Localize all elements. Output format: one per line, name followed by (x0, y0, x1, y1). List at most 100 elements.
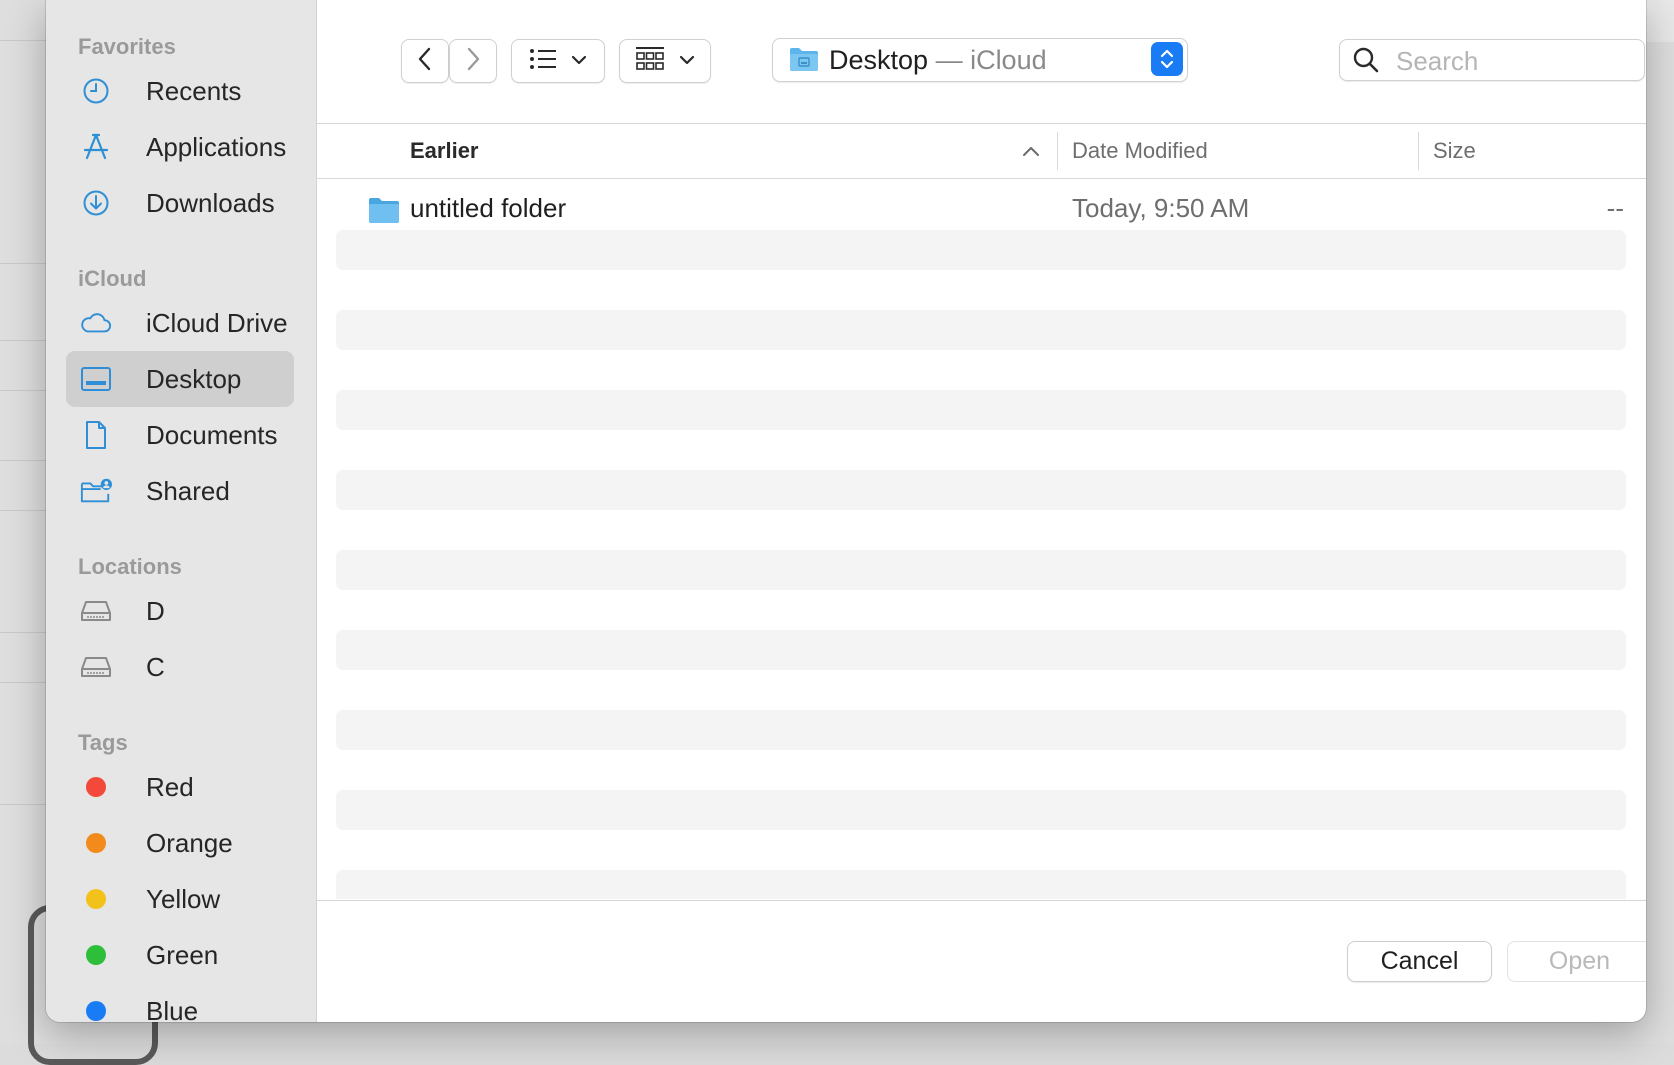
file-row[interactable]: untitled folder Today, 9:50 AM -- (316, 179, 1646, 223)
download-circle-icon (80, 188, 112, 218)
sidebar-item-shared[interactable]: Shared (66, 463, 294, 519)
sidebar-item-drive-d[interactable]: D (66, 583, 294, 639)
grid-group-icon (635, 46, 665, 77)
sidebar-item-tag-green[interactable]: Green (66, 927, 294, 983)
up-down-stepper-icon (1151, 42, 1183, 76)
search-icon (1352, 46, 1380, 79)
sidebar-item-label: Documents (146, 420, 278, 450)
cloud-icon (80, 308, 112, 338)
sidebar-item-label: Blue (146, 996, 199, 1022)
column-header: Earlier Date Modified Size (316, 124, 1646, 179)
sidebar-item-label: Orange (146, 828, 233, 858)
column-size-header[interactable]: Size (1433, 138, 1476, 164)
column-divider[interactable] (1418, 132, 1419, 170)
column-divider[interactable] (1057, 132, 1058, 170)
sidebar: Favorites Recents Applications Downloads… (46, 0, 317, 1022)
sidebar-item-applications[interactable]: Applications (66, 119, 294, 175)
chevron-left-icon (417, 46, 433, 77)
empty-row-stripe (336, 550, 1626, 590)
list-view-icon (529, 48, 557, 75)
chevron-down-icon (571, 52, 587, 70)
background-divider (0, 390, 46, 391)
search-field[interactable] (1339, 39, 1645, 81)
tag-dot-icon (80, 772, 112, 802)
desktop-icon (80, 364, 112, 394)
cancel-button[interactable]: Cancel (1347, 941, 1492, 982)
column-name-header[interactable]: Earlier (410, 138, 479, 164)
locations-section-title: Locations (78, 554, 182, 579)
toolbar: Desktop — iCloud (316, 0, 1646, 124)
group-by-button[interactable] (619, 39, 711, 83)
location-popup[interactable]: Desktop — iCloud (772, 38, 1188, 82)
sidebar-item-label: Downloads (146, 188, 275, 218)
location-suffix: — iCloud (928, 45, 1047, 75)
favorites-section-title: Favorites (78, 34, 176, 59)
background-divider (0, 263, 46, 264)
background-divider (0, 40, 46, 41)
view-mode-button[interactable] (511, 39, 605, 83)
sidebar-item-label: Recents (146, 76, 242, 106)
shared-folder-icon (80, 476, 112, 506)
tag-dot-icon (80, 884, 112, 914)
sidebar-item-label: Applications (146, 132, 287, 162)
empty-row-stripe (336, 470, 1626, 510)
sidebar-item-label: C (146, 652, 165, 682)
search-input[interactable] (1394, 44, 1628, 78)
folder-icon (368, 196, 400, 229)
back-button[interactable] (401, 39, 449, 83)
desktop-folder-icon (789, 46, 819, 77)
sidebar-item-tag-orange[interactable]: Orange (66, 815, 294, 871)
empty-row-stripe (336, 390, 1626, 430)
tag-dot-icon (80, 828, 112, 858)
sidebar-item-desktop[interactable]: Desktop (66, 351, 294, 407)
dialog-footer: Cancel Open (316, 900, 1646, 1022)
sidebar-item-label: Green (146, 940, 219, 970)
icloud-section-title: iCloud (78, 266, 147, 291)
background-divider (0, 460, 46, 461)
drive-icon (80, 596, 112, 626)
empty-row-stripe (336, 710, 1626, 750)
sidebar-item-label: Desktop (146, 364, 242, 394)
empty-row-stripe (336, 310, 1626, 350)
sidebar-item-tag-blue[interactable]: Blue (66, 983, 294, 1022)
sidebar-item-downloads[interactable]: Downloads (66, 175, 294, 231)
open-button[interactable]: Open (1507, 941, 1646, 982)
empty-row-stripe (336, 230, 1626, 270)
sidebar-item-label: iCloud Drive (146, 308, 288, 338)
applications-icon (80, 132, 112, 162)
file-name: untitled folder (410, 193, 567, 223)
background-divider (0, 510, 46, 511)
sidebar-item-tag-yellow[interactable]: Yellow (66, 871, 294, 927)
location-label: Desktop — iCloud (829, 45, 1047, 76)
sidebar-item-icloud-drive[interactable]: iCloud Drive (66, 295, 294, 351)
background-divider (0, 340, 46, 341)
drive-icon (80, 652, 112, 682)
background-divider (0, 804, 46, 805)
document-icon (80, 420, 112, 450)
empty-row-stripe (336, 790, 1626, 830)
file-date: Today, 9:50 AM (1072, 193, 1250, 223)
sidebar-item-label: Red (146, 772, 194, 802)
location-name: Desktop (829, 45, 929, 75)
clock-icon (80, 76, 112, 106)
sidebar-item-recents[interactable]: Recents (66, 63, 294, 119)
sort-ascending-icon[interactable] (1022, 144, 1040, 162)
open-file-dialog: Favorites Recents Applications Downloads… (46, 0, 1646, 1022)
tag-dot-icon (80, 940, 112, 970)
sidebar-item-documents[interactable]: Documents (66, 407, 294, 463)
sidebar-item-drive-c[interactable]: C (66, 639, 294, 695)
file-size: -- (1606, 193, 1624, 223)
empty-row-stripe (336, 870, 1626, 899)
chevron-right-icon (465, 46, 481, 77)
sidebar-item-label: D (146, 596, 165, 626)
tag-dot-icon (80, 996, 112, 1022)
file-browser: Desktop — iCloud Earlier Date Modified S… (316, 0, 1646, 1022)
sidebar-item-tag-red[interactable]: Red (66, 759, 294, 815)
forward-button[interactable] (449, 39, 497, 83)
background-divider (0, 682, 46, 683)
sidebar-item-label: Yellow (146, 884, 221, 914)
sidebar-item-label: Shared (146, 476, 230, 506)
column-date-header[interactable]: Date Modified (1072, 138, 1208, 164)
empty-row-stripe (336, 630, 1626, 670)
background-divider (0, 632, 46, 633)
